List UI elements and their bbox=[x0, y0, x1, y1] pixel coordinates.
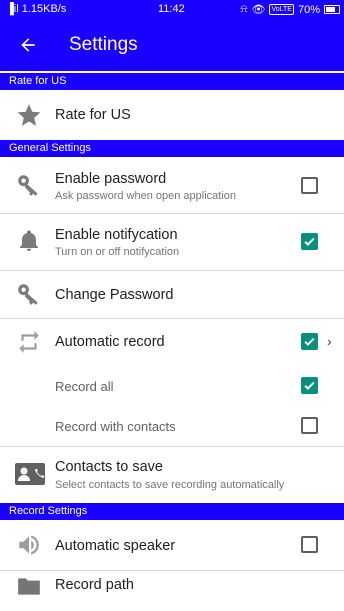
record-path-title: Record path bbox=[55, 577, 134, 593]
enable-notification-title: Enable notifycation bbox=[55, 227, 178, 243]
folder-icon bbox=[16, 573, 42, 599]
checkmark-icon bbox=[304, 237, 315, 246]
automatic-speaker-row[interactable]: Automatic speaker bbox=[0, 520, 344, 570]
status-bar: ▐il 1.15KB/s 11:42 ⍾ 👁 VoLTE 70% bbox=[0, 0, 344, 19]
star-icon bbox=[16, 102, 42, 128]
record-path-row[interactable]: Record path bbox=[0, 571, 344, 611]
record-all-checkbox[interactable] bbox=[301, 377, 318, 394]
app-bar: Settings bbox=[0, 19, 344, 71]
section-header-general: General Settings bbox=[0, 140, 344, 157]
volte-badge: VoLTE bbox=[269, 4, 294, 15]
rate-us-title: Rate for US bbox=[55, 107, 131, 123]
network-speed: 1.15KB/s bbox=[21, 3, 67, 15]
back-button[interactable] bbox=[10, 27, 46, 63]
automatic-record-row[interactable]: Automatic record › bbox=[0, 319, 344, 365]
contacts-to-save-row[interactable]: Contacts to save Select contacts to save… bbox=[0, 447, 344, 503]
contacts-to-save-title: Contacts to save bbox=[55, 459, 163, 475]
enable-password-checkbox[interactable] bbox=[301, 177, 318, 194]
automatic-record-checkbox[interactable] bbox=[301, 333, 318, 350]
automatic-record-title: Automatic record bbox=[55, 334, 165, 350]
rate-us-row[interactable]: Rate for US bbox=[0, 90, 344, 140]
section-header-record: Record Settings bbox=[0, 503, 344, 520]
contact-card-icon bbox=[14, 461, 46, 487]
change-password-title: Change Password bbox=[55, 287, 174, 303]
enable-password-title: Enable password bbox=[55, 171, 167, 187]
contacts-to-save-subtitle: Select contacts to save recording automa… bbox=[55, 479, 285, 491]
enable-password-subtitle: Ask password when open application bbox=[55, 190, 237, 202]
clock: 11:42 bbox=[158, 3, 185, 15]
record-with-contacts-row[interactable]: Record with contacts bbox=[0, 405, 344, 446]
automatic-speaker-title: Automatic speaker bbox=[55, 538, 176, 554]
enable-notification-subtitle: Turn on or off notifycation bbox=[55, 246, 180, 258]
section-header-rate: Rate for US bbox=[0, 73, 344, 90]
record-with-contacts-checkbox[interactable] bbox=[301, 417, 318, 434]
checkmark-icon bbox=[304, 337, 315, 346]
change-password-row[interactable]: Change Password bbox=[0, 271, 344, 318]
record-with-contacts-title: Record with contacts bbox=[55, 419, 176, 434]
bell-icon bbox=[16, 228, 42, 254]
speaker-icon bbox=[16, 532, 42, 558]
eye-icon: 👁 bbox=[251, 4, 266, 16]
alarm-icon: ⍾ bbox=[240, 3, 248, 15]
battery-icon bbox=[324, 5, 340, 14]
enable-notification-checkbox[interactable] bbox=[301, 233, 318, 250]
enable-password-row[interactable]: Enable password Ask password when open a… bbox=[0, 157, 344, 213]
key-icon bbox=[16, 172, 42, 198]
automatic-speaker-checkbox[interactable] bbox=[301, 536, 318, 553]
repeat-icon bbox=[16, 329, 42, 355]
signal-icon: ▐il bbox=[6, 3, 19, 15]
page-title: Settings bbox=[69, 34, 138, 55]
record-all-title: Record all bbox=[55, 379, 114, 394]
battery-percent: 70% bbox=[297, 3, 320, 16]
status-right: ⍾ 👁 VoLTE 70% bbox=[240, 3, 340, 16]
status-left: ▐il 1.15KB/s bbox=[6, 3, 66, 15]
key-icon bbox=[16, 281, 42, 307]
enable-notification-row[interactable]: Enable notifycation Turn on or off notif… bbox=[0, 214, 344, 270]
chevron-right-icon[interactable]: › bbox=[327, 333, 332, 349]
record-all-row[interactable]: Record all bbox=[0, 365, 344, 405]
checkmark-icon bbox=[304, 381, 315, 390]
arrow-back-icon bbox=[21, 38, 35, 52]
